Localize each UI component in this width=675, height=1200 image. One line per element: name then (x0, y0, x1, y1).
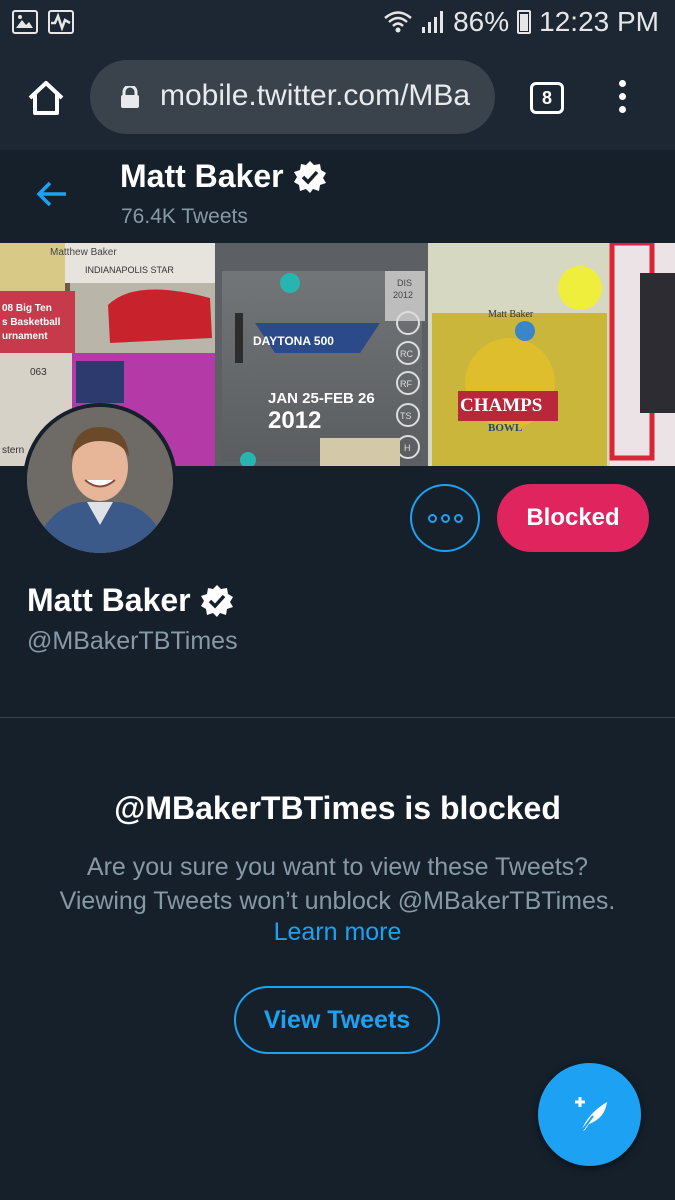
gallery-icon (12, 10, 38, 34)
battery-icon (517, 10, 532, 34)
avatar[interactable] (23, 403, 177, 557)
banner-text-3: 08 Big Ten (2, 303, 52, 314)
avatar-photo (27, 407, 173, 553)
divider (0, 717, 675, 718)
banner-text-2: INDIANAPOLIS STAR (85, 265, 174, 275)
browser-toolbar: mobile.twitter.com/MBa 8 (0, 46, 675, 150)
profile-name: Matt Baker (27, 582, 235, 619)
banner-text-11: 2012 (393, 290, 413, 300)
blocked-desc-line2: Viewing Tweets won’t unblock @MBakerTBTi… (59, 887, 616, 915)
banner-text-8: JAN 25-FEB 26 (268, 390, 375, 407)
tabs-icon[interactable]: 8 (530, 82, 564, 114)
banner-text-14: TS (400, 411, 412, 421)
more-dot-icon (427, 513, 437, 523)
banner-text-7: DAYTONA 500 (253, 334, 334, 348)
banner-text-10: DIS (397, 278, 412, 288)
blocked-description: Are you sure you want to view these Twee… (0, 850, 675, 918)
lock-icon (121, 86, 139, 108)
back-arrow-icon[interactable] (36, 180, 68, 208)
status-bar-left (12, 10, 74, 34)
banner-text-5: urnament (2, 331, 48, 342)
compose-feather-icon (574, 1096, 607, 1133)
banner-text-9: 2012 (268, 407, 321, 434)
verified-badge-icon (200, 584, 233, 617)
more-options-button[interactable] (410, 484, 480, 552)
more-dot-icon (440, 513, 450, 523)
banner-text-18: BOWL (488, 422, 522, 434)
banner-text-19: stern (2, 445, 24, 456)
profile-name-text: Matt Baker (27, 582, 191, 618)
status-bar: 86% 12:23 PM (0, 0, 675, 46)
blocked-button[interactable]: Blocked (497, 484, 649, 552)
banner-text-16: Matt Baker (488, 309, 534, 320)
banner-text-6: 063 (30, 367, 47, 378)
header-name: Matt Baker (120, 158, 328, 195)
tweet-count: 76.4K Tweets (121, 205, 248, 228)
activity-icon (48, 10, 74, 34)
banner-text-15: H (404, 443, 411, 453)
battery-percent: 86% (453, 6, 510, 37)
banner-text-13: RF (400, 379, 412, 389)
home-icon[interactable] (26, 78, 66, 118)
url-text: mobile.twitter.com/MBa (160, 79, 471, 112)
header-name-text: Matt Baker (120, 158, 284, 194)
learn-more-text[interactable]: Learn more (274, 918, 402, 946)
view-tweets-button[interactable]: View Tweets (234, 986, 440, 1054)
address-bar[interactable]: mobile.twitter.com/MBa (90, 60, 495, 134)
more-vert-icon[interactable] (616, 80, 628, 118)
banner-text-4: s Basketball (2, 317, 61, 328)
clock: 12:23 PM (539, 6, 659, 37)
banner-text-17: CHAMPS (460, 395, 542, 416)
banner-text-12: RC (400, 349, 413, 359)
verified-badge-icon (293, 160, 326, 193)
wifi-icon (384, 11, 412, 33)
blocked-title: @MBakerTBTimes is blocked (114, 790, 561, 826)
banner-text-1: Matthew Baker (50, 247, 117, 258)
profile-handle: @MBakerTBTimes (27, 627, 238, 655)
signal-icon (422, 11, 444, 33)
learn-more-link[interactable]: Learn more (0, 918, 675, 947)
more-dot-icon (453, 513, 463, 523)
status-bar-right: 86% 12:23 PM (383, 6, 659, 38)
compose-tweet-button[interactable] (538, 1063, 641, 1166)
blocked-desc-line1: Are you sure you want to view these Twee… (86, 853, 589, 881)
